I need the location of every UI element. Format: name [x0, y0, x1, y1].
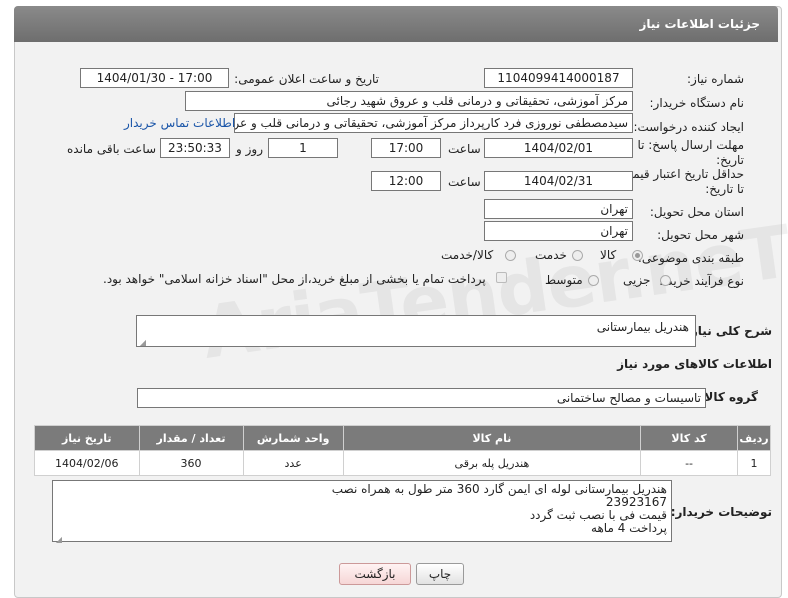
category-label: طبقه بندی موضوعی:: [637, 251, 744, 265]
min-price-to-label: تا تاریخ:: [705, 182, 744, 196]
col-unit: واحد شمارش: [242, 425, 344, 451]
category-option-service: خدمت: [535, 248, 567, 262]
province-label: استان محل تحویل:: [649, 205, 744, 219]
min-price-date-field[interactable]: 1404/02/31: [484, 171, 633, 191]
deadline-label: مهلت ارسال پاسخ: تا: [637, 138, 744, 152]
buyer-label: نام دستگاه خریدار:: [649, 96, 745, 110]
category-option-goods: کالا: [600, 248, 617, 262]
resize-handle-icon[interactable]: ◢: [139, 338, 146, 347]
need-number-label: شماره نیاز:: [687, 72, 744, 86]
col-item-name: نام کالا: [342, 425, 642, 451]
min-price-label: حداقل تاریخ اعتبار قیمت:: [617, 167, 744, 181]
announce-label: تاریخ و ساعت اعلان عمومی:: [234, 72, 379, 86]
cell-quantity: 360: [138, 450, 244, 476]
goods-section-title: اطلاعات کالاهای مورد نیاز: [617, 357, 772, 371]
process-radio-minor[interactable]: [660, 275, 671, 286]
process-label: نوع فرآیند خرید :: [659, 274, 744, 288]
col-row-number: ردیف: [737, 425, 771, 451]
deadline-date-label: تاریخ:: [716, 153, 744, 167]
announce-field[interactable]: 1404/01/30 - 17:00: [80, 68, 229, 88]
remaining-field[interactable]: 23:50:33: [160, 138, 230, 158]
description-text: هندریل بیمارستانی: [596, 320, 689, 334]
goods-group-field[interactable]: تاسیسات و مصالح ساختمانی: [137, 388, 706, 408]
need-number-field[interactable]: 1104099414000187: [484, 68, 633, 88]
creator-field[interactable]: سیدمصطفی نوروزی فرد کارپرداز مرکز آموزشی…: [234, 113, 633, 133]
col-item-code: کد کالا: [640, 425, 739, 451]
category-radio-goods-service[interactable]: [505, 250, 516, 261]
table-row[interactable]: 1 -- هندریل پله برقی عدد 360 1404/02/06: [34, 450, 771, 476]
col-quantity: تعداد / مقدار: [138, 425, 244, 451]
process-radio-medium[interactable]: [588, 275, 599, 286]
description-field[interactable]: هندریل بیمارستانی ◢: [136, 315, 696, 347]
table-header-row: ردیف کد کالا نام کالا واحد شمارش تعداد /…: [34, 425, 771, 451]
creator-label: ایجاد کننده درخواست:: [633, 120, 744, 134]
min-price-time-label: ساعت: [448, 175, 481, 189]
col-need-date: تاریخ نیاز: [34, 425, 140, 451]
city-field[interactable]: تهران: [484, 221, 633, 241]
cell-need-date: 1404/02/06: [34, 450, 140, 476]
buyer-notes-field[interactable]: هندریل بیمارستانی لوله ای ایمن گارد 360 …: [52, 480, 672, 544]
deadline-time-label: ساعت: [448, 142, 481, 156]
buyer-field[interactable]: مرکز آموزشی، تحقیقاتی و درمانی قلب و عرو…: [185, 91, 633, 111]
days-label: روز و: [236, 142, 263, 156]
process-option-medium: متوسط: [545, 273, 583, 287]
cell-row-number: 1: [737, 450, 771, 476]
province-field[interactable]: تهران: [484, 199, 633, 219]
panel-header: جزئیات اطلاعات نیاز: [14, 6, 778, 42]
treasury-payment-note: پرداخت تمام یا بخشی از مبلغ خرید،از محل …: [103, 272, 486, 286]
back-button[interactable]: بازگشت: [339, 563, 411, 585]
deadline-time-field[interactable]: 17:00: [371, 138, 441, 158]
description-label: شرح کلی نیاز:: [686, 324, 772, 338]
min-price-time-field[interactable]: 12:00: [371, 171, 441, 191]
city-label: شهر محل تحویل:: [657, 228, 744, 242]
category-radio-goods[interactable]: [632, 250, 643, 261]
treasury-payment-checkbox[interactable]: [496, 272, 507, 283]
buyer-notes-label: توضیحات خریدار:: [670, 505, 772, 519]
remaining-label: ساعت باقی مانده: [67, 142, 157, 156]
buyer-notes-line: پرداخت 4 ماهه: [591, 521, 667, 535]
cell-item-name: هندریل پله برقی: [342, 450, 642, 476]
print-button[interactable]: چاپ: [416, 563, 464, 585]
goods-group-label: گروه کالا:: [699, 390, 758, 404]
resize-handle-icon[interactable]: ◢: [55, 533, 62, 544]
cell-unit: عدد: [242, 450, 344, 476]
process-option-minor: جزیی: [623, 273, 651, 287]
deadline-date-field[interactable]: 1404/02/01: [484, 138, 633, 158]
panel-title: جزئیات اطلاعات نیاز: [639, 17, 760, 31]
days-field[interactable]: 1: [268, 138, 338, 158]
cell-item-code: --: [640, 450, 739, 476]
contact-buyer-link[interactable]: اطلاعات تماس خریدار: [124, 116, 235, 130]
goods-table: ردیف کد کالا نام کالا واحد شمارش تعداد /…: [34, 425, 771, 476]
category-radio-service[interactable]: [572, 250, 583, 261]
category-option-goods-service: کالا/خدمت: [441, 248, 494, 262]
